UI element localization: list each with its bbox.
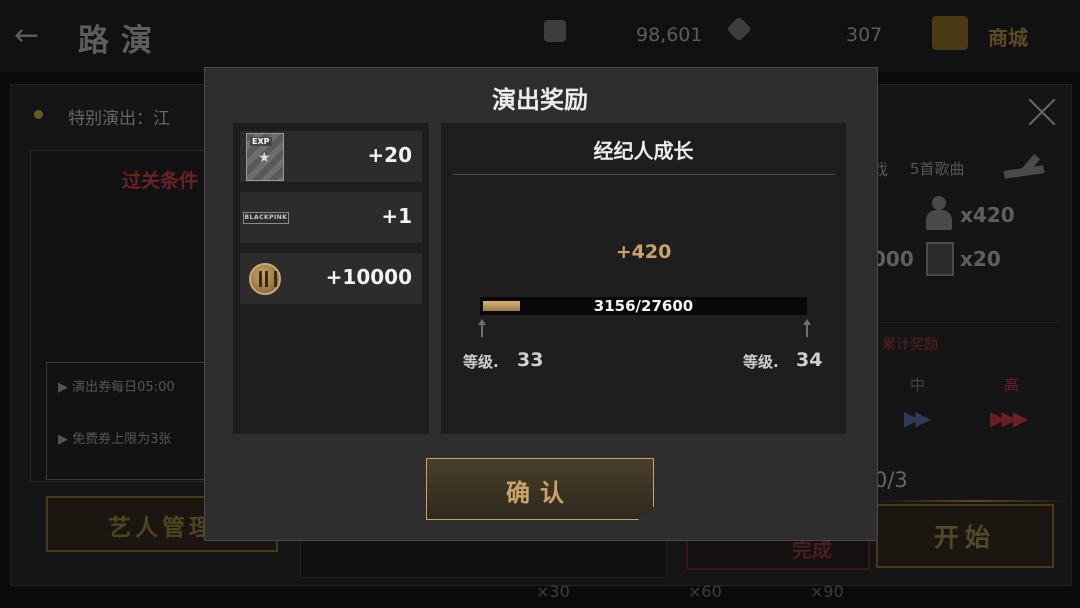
exp-progress-text: 3156/27600 [593,297,694,315]
conditions-title: 过关条件 [122,170,199,192]
pencil-icon [1004,152,1048,182]
reward-item-coin: +10000 [240,253,422,304]
exp-progress-bar: 3156/27600 [480,297,807,315]
shop-label[interactable]: 商城 [988,22,1028,51]
modal-title: 演出奖励 [492,86,588,114]
agent-exp-icon [924,196,954,232]
rule-item: ▶ 免费券上限为3张 [58,432,172,447]
exp-card-icon: EXP ★ [246,133,284,181]
artist-manage-label: 艺人管理 [108,515,216,541]
songs-count: 5首歌曲 [910,160,965,178]
next-level-value: 34 [796,349,823,371]
multiplier: ×60 [688,582,722,601]
growth-divider [453,174,835,175]
reward-agent-exp: x420 [960,203,1015,227]
back-arrow-icon[interactable]: ← [14,18,39,53]
exp-card-icon [926,242,954,276]
reward-amount: +1 [381,204,412,228]
divider [880,322,1060,323]
reward-item-exp-card: EXP ★ +20 [240,131,422,182]
growth-title: 经纪人成长 [593,139,694,163]
page-title: 路演 [78,23,164,59]
bottom-strip [300,540,667,578]
attempt-count: 0/3 [874,468,908,492]
difficulty-mid[interactable]: 中 [910,374,925,395]
coin-icon [249,263,281,295]
next-level-label: 等级. [743,353,779,371]
confirm-button[interactable]: 确认 [426,458,654,520]
agent-growth-panel [441,123,846,434]
reward-exp-card: x20 [960,247,1001,271]
shop-cart-icon[interactable] [932,16,968,50]
arrow-up-icon [477,319,487,337]
diamond-count: 307 [846,24,883,46]
reward-amount: +20 [367,143,412,167]
exp-gain: +420 [615,241,672,263]
arrow-up-icon [802,319,812,337]
accum-note: 累计奖励 [882,337,938,353]
rule-item: ▶ 演出券每日05:00 [58,380,175,395]
fast-forward-triple-icon: ▶▶▶ [990,406,1028,430]
current-level-label: 等级. [463,353,499,371]
current-level-value: 33 [517,349,544,371]
fast-forward-icon: ▶▶ [904,406,931,430]
reward-amount: +10000 [325,265,412,289]
multiplier: ×30 [536,582,570,601]
reward-item-blackpink: BLACKPINK +1 [240,192,422,243]
blackpink-logo: BLACKPINK [243,212,289,224]
partial-value: 000 [872,247,914,271]
album-icon [544,20,566,42]
confirm-label: 确认 [506,479,574,507]
difficulty-high[interactable]: 高 [1004,374,1019,395]
multiplier: ×90 [810,582,844,601]
glow-divider [880,500,1070,502]
album-count: 98,601 [636,24,703,46]
start-label: 开始 [934,523,997,552]
